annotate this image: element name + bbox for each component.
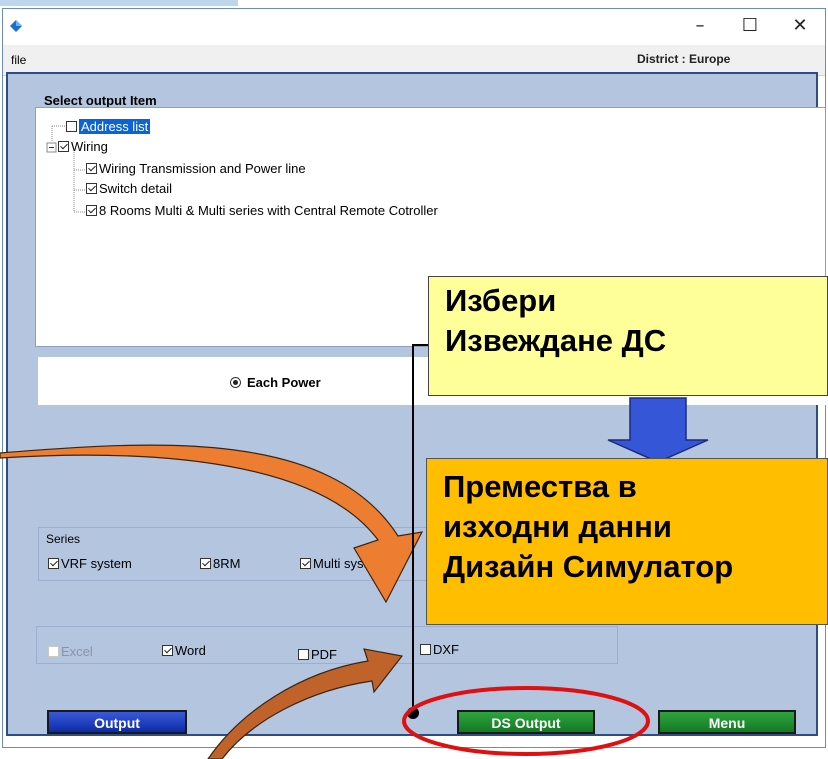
callout-line: Избери <box>445 283 557 318</box>
ds-output-highlight-ellipse <box>402 686 650 756</box>
blue-down-arrow <box>607 397 709 463</box>
callout-line: Извеждане ДС <box>445 323 667 358</box>
callout-line: Дизайн Симулатор <box>443 549 734 584</box>
callout-line: Премества в <box>443 469 637 504</box>
callout-select-ds: Избери Извеждане ДС <box>428 276 828 396</box>
callout-line: изходни данни <box>443 509 672 544</box>
brown-curved-arrow <box>207 648 404 759</box>
callout-moves-to-ds: Премества в изходни данни Дизайн Симулат… <box>426 458 828 625</box>
orange-curved-arrow <box>0 444 424 604</box>
